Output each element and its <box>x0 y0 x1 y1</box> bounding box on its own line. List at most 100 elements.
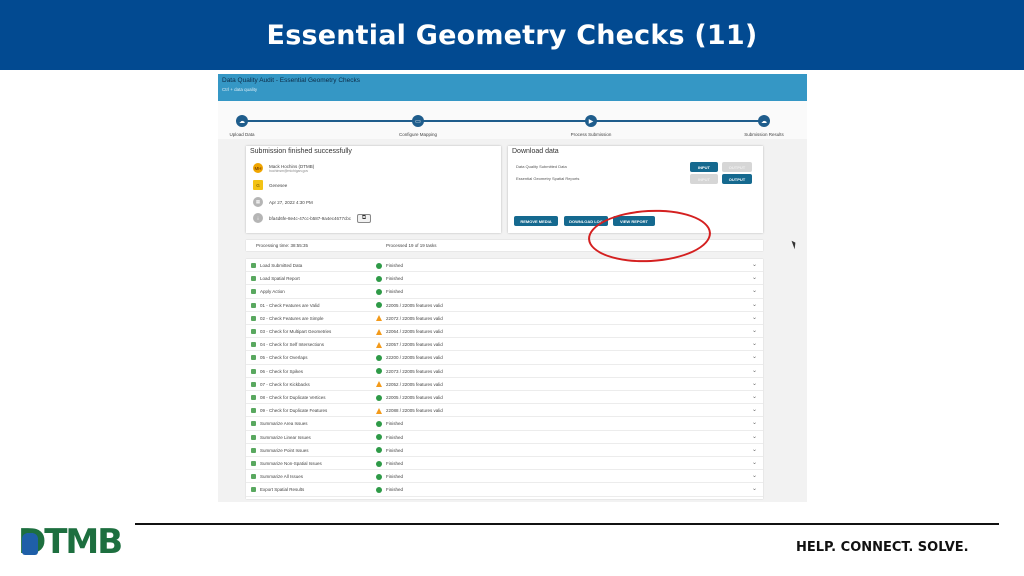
slide-title: Essential Geometry Checks (11) <box>266 19 758 51</box>
remove-media-label: REMOVE MEDIA <box>520 218 552 224</box>
task-icon <box>251 368 256 374</box>
warning-icon <box>376 315 382 322</box>
chevron-down-icon[interactable]: ⌄ <box>752 485 757 492</box>
task-name: Summarize Point Issues <box>260 447 309 453</box>
chevron-down-icon[interactable]: ⌄ <box>752 393 757 400</box>
cloud-upload-icon: ☁ <box>761 118 767 125</box>
task-row[interactable]: Export Spatial Results Finished ⌄ <box>246 483 763 497</box>
task-status: 22088 / 22005 features valid <box>386 408 443 414</box>
app-screenshot: Data Quality Audit - Essential Geometry … <box>218 74 807 502</box>
org-row: G Genesee <box>253 179 287 191</box>
task-row[interactable]: Summarize Non-Spatial Issues Finished ⌄ <box>246 457 763 471</box>
mapping-icon: ▭ <box>415 118 421 125</box>
processing-time: Processing time: 38:55:35 <box>256 243 309 248</box>
chevron-down-icon[interactable]: ⌄ <box>752 433 757 440</box>
task-status: Finished <box>386 461 404 466</box>
step-process[interactable]: ▶ <box>585 115 597 127</box>
check-circle-icon <box>376 460 382 467</box>
warning-icon <box>376 407 382 414</box>
task-icon <box>251 474 256 480</box>
task-status: 22073 / 22005 features valid <box>386 368 443 374</box>
task-row[interactable]: Load Submitted Data Finished ⌄ <box>246 259 763 273</box>
task-name: 05 - Check for Overlaps <box>260 355 308 361</box>
task-row[interactable]: 07 - Check for Kickbacks 22052 / 22005 fe… <box>246 378 763 391</box>
org-badge: G <box>253 180 263 190</box>
task-status: 22200 / 22005 features valid <box>386 355 443 361</box>
task-icon <box>251 461 256 466</box>
info-icon: i <box>253 213 263 223</box>
chevron-down-icon[interactable]: ⌄ <box>752 327 757 334</box>
dtmb-logo: DTMB <box>18 523 123 561</box>
task-row[interactable]: Summarize All Issues Finished ⌄ <box>246 470 763 484</box>
task-row[interactable]: 02 - Check Features are Simple 22072 / 22… <box>246 312 763 325</box>
task-status: Finished <box>386 487 404 493</box>
task-status: Finished <box>386 263 404 268</box>
tagline: HELP. CONNECT. SOLVE. <box>796 540 969 555</box>
task-row[interactable]: 03 - Check for Multipart Geometries 22064… <box>246 325 763 339</box>
task-row[interactable]: 04 - Check for Self Intersections 22057 /… <box>246 338 763 352</box>
task-icon <box>251 355 256 361</box>
task-icon <box>251 276 256 282</box>
chevron-down-icon[interactable]: ⌄ <box>752 301 757 308</box>
chevron-down-icon[interactable]: ⌄ <box>752 419 757 426</box>
remove-media-button[interactable]: REMOVE MEDIA <box>514 216 558 226</box>
spatial-output-button[interactable]: OUTPUT <box>722 174 752 184</box>
task-row[interactable]: Summarize Linear Issues Finished ⌄ <box>246 431 763 444</box>
chevron-down-icon[interactable]: ⌄ <box>752 472 757 479</box>
submitted-input-button[interactable]: INPUT <box>690 162 718 172</box>
footer-divider <box>135 523 999 525</box>
submitted-output-button[interactable]: OUTPUT <box>722 162 752 172</box>
chevron-down-icon[interactable]: ⌄ <box>752 287 757 294</box>
task-name: Summarize All Issues <box>260 474 304 480</box>
chevron-down-icon[interactable]: ⌄ <box>752 446 757 453</box>
task-name: Export Spatial Results <box>260 487 305 493</box>
task-icon <box>251 421 256 427</box>
task-icon <box>251 408 256 414</box>
copy-id-button[interactable]: ⧉ <box>357 213 372 223</box>
task-row[interactable]: 09 - Check for Duplicate Features 22088 /… <box>246 404 763 418</box>
task-row[interactable]: Summarize Area Issues Finished ⌄ <box>246 417 763 431</box>
chevron-down-icon[interactable]: ⌄ <box>752 406 757 413</box>
stepper: ☁ Upload Data ▭ Configure Mapping ▶ Proc… <box>218 101 807 139</box>
chevron-down-icon[interactable]: ⌄ <box>752 261 757 268</box>
user-name: Mack Hochins (DTMB) <box>269 163 315 169</box>
check-circle-icon <box>376 434 382 441</box>
task-row[interactable]: 05 - Check for Overlaps 22200 / 22005 fea… <box>246 351 763 365</box>
step-upload[interactable]: ☁ <box>236 115 248 127</box>
task-status: Finished <box>386 447 404 453</box>
chevron-down-icon[interactable]: ⌄ <box>752 459 757 466</box>
spatial-input-button[interactable]: INPUT <box>690 174 718 184</box>
task-name: 01 - Check Features are Valid <box>260 302 320 308</box>
task-status: 22005 / 22005 features valid <box>386 302 443 308</box>
task-row[interactable]: 06 - Check for Spikes 22073 / 22005 featu… <box>246 365 763 378</box>
michigan-mitten-icon <box>22 533 38 555</box>
task-row[interactable]: Apply Action Finished ⌄ <box>246 285 763 299</box>
step-results[interactable]: ☁ <box>758 115 770 127</box>
task-icon <box>251 434 256 440</box>
task-status: Finished <box>386 421 404 427</box>
chevron-down-icon[interactable]: ⌄ <box>752 367 757 374</box>
chevron-down-icon[interactable]: ⌄ <box>752 314 757 321</box>
chevron-down-icon[interactable]: ⌄ <box>752 274 757 281</box>
task-icon <box>251 342 256 348</box>
warning-icon <box>376 341 382 348</box>
copy-icon: ⧉ <box>361 214 367 221</box>
task-icon <box>251 395 256 400</box>
task-name: Summarize Non-Spatial Issues <box>260 461 322 466</box>
task-row[interactable]: 01 - Check Features are Valid 22005 / 220… <box>246 299 763 312</box>
step-label-results: Submission Results <box>744 132 784 137</box>
download-row-label: Data Quality Submitted Data <box>516 164 567 169</box>
task-row[interactable]: 08 - Check for Duplicate Vertices 22005 /… <box>246 391 763 405</box>
task-name: Load Spatial Report <box>260 276 300 282</box>
check-circle-icon <box>376 394 382 401</box>
task-name: 02 - Check Features are Simple <box>260 315 324 321</box>
task-row[interactable]: Load Spatial Report Finished ⌄ <box>246 272 763 286</box>
chevron-down-icon[interactable]: ⌄ <box>752 353 757 360</box>
step-mapping[interactable]: ▭ <box>412 115 424 127</box>
check-circle-icon <box>376 262 382 269</box>
task-row[interactable]: Summarize Point Issues Finished ⌄ <box>246 444 763 457</box>
chevron-down-icon[interactable]: ⌄ <box>752 340 757 347</box>
chevron-down-icon[interactable]: ⌄ <box>752 380 757 387</box>
user-row: MH Mack Hochins (DTMB) hochinsm@michigan… <box>253 162 314 174</box>
check-circle-icon <box>376 275 382 282</box>
